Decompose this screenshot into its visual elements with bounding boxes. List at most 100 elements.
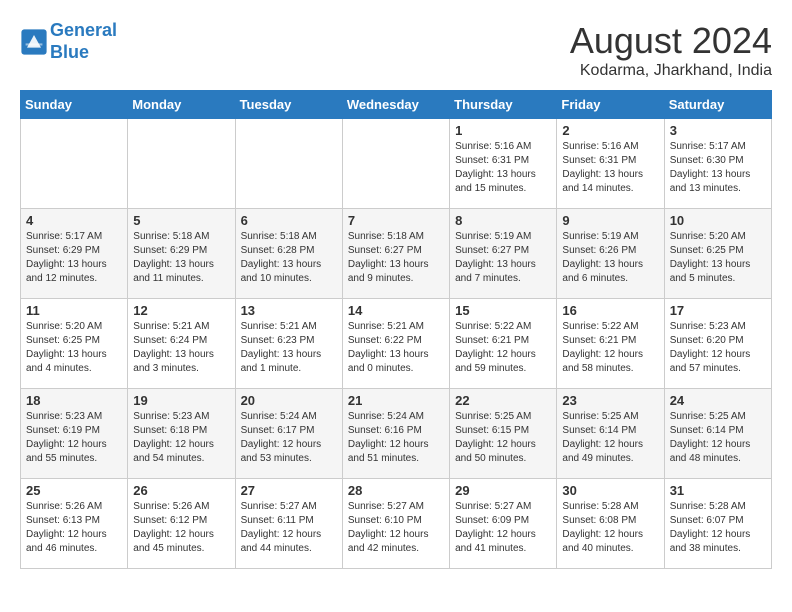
title-area: August 2024 Kodarma, Jharkhand, India bbox=[570, 20, 772, 80]
day-info: Sunrise: 5:18 AM Sunset: 6:29 PM Dayligh… bbox=[133, 230, 229, 286]
day-info: Sunrise: 5:21 AM Sunset: 6:24 PM Dayligh… bbox=[133, 320, 229, 376]
day-number: 2 bbox=[562, 123, 658, 138]
day-number: 3 bbox=[670, 123, 766, 138]
header-thursday: Thursday bbox=[450, 91, 557, 119]
day-info: Sunrise: 5:22 AM Sunset: 6:21 PM Dayligh… bbox=[455, 320, 551, 376]
day-number: 31 bbox=[670, 483, 766, 498]
day-info: Sunrise: 5:26 AM Sunset: 6:12 PM Dayligh… bbox=[133, 500, 229, 556]
calendar-cell: 27Sunrise: 5:27 AM Sunset: 6:11 PM Dayli… bbox=[235, 479, 342, 569]
location-subtitle: Kodarma, Jharkhand, India bbox=[570, 62, 772, 80]
day-info: Sunrise: 5:25 AM Sunset: 6:14 PM Dayligh… bbox=[562, 410, 658, 466]
calendar-cell: 14Sunrise: 5:21 AM Sunset: 6:22 PM Dayli… bbox=[342, 299, 449, 389]
calendar-cell: 21 Sunrise: 5:24 AM Sunset: 6:16 PM Dayli… bbox=[342, 389, 449, 479]
day-number: 22 bbox=[455, 393, 551, 408]
day-info: Sunrise: 5:23 AM Sunset: 6:19 PM Dayligh… bbox=[26, 410, 122, 466]
calendar-cell: 3Sunrise: 5:17 AM Sunset: 6:30 PM Daylig… bbox=[664, 119, 771, 209]
calendar-cell: 18 Sunrise: 5:23 AM Sunset: 6:19 PM Dayli… bbox=[21, 389, 128, 479]
day-info: Sunrise: 5:21 AM Sunset: 6:22 PM Dayligh… bbox=[348, 320, 444, 376]
calendar-cell: 7 Sunrise: 5:18 AM Sunset: 6:27 PM Daylig… bbox=[342, 209, 449, 299]
day-info: Sunrise: 5:28 AM Sunset: 6:08 PM Dayligh… bbox=[562, 500, 658, 556]
day-number: 28 bbox=[348, 483, 444, 498]
day-number: 16 bbox=[562, 303, 658, 318]
logo-blue: Blue bbox=[50, 42, 89, 62]
day-number: 29 bbox=[455, 483, 551, 498]
day-info: Sunrise: 5:26 AM Sunset: 6:13 PM Dayligh… bbox=[26, 500, 122, 556]
calendar-cell: 1 Sunrise: 5:16 AM Sunset: 6:31 PM Daylig… bbox=[450, 119, 557, 209]
calendar-cell: 28 Sunrise: 5:27 AM Sunset: 6:10 PM Dayli… bbox=[342, 479, 449, 569]
day-info: Sunrise: 5:19 AM Sunset: 6:26 PM Dayligh… bbox=[562, 230, 658, 286]
day-number: 24 bbox=[670, 393, 766, 408]
day-number: 7 bbox=[348, 213, 444, 228]
day-number: 1 bbox=[455, 123, 551, 138]
day-info: Sunrise: 5:20 AM Sunset: 6:25 PM Dayligh… bbox=[26, 320, 122, 376]
calendar-cell: 13 Sunrise: 5:21 AM Sunset: 6:23 PM Dayli… bbox=[235, 299, 342, 389]
day-number: 8 bbox=[455, 213, 551, 228]
calendar-cell: 24 Sunrise: 5:25 AM Sunset: 6:14 PM Dayli… bbox=[664, 389, 771, 479]
header-wednesday: Wednesday bbox=[342, 91, 449, 119]
day-info: Sunrise: 5:21 AM Sunset: 6:23 PM Dayligh… bbox=[241, 320, 337, 376]
header-tuesday: Tuesday bbox=[235, 91, 342, 119]
week-row-5: 25Sunrise: 5:26 AM Sunset: 6:13 PM Dayli… bbox=[21, 479, 772, 569]
day-info: Sunrise: 5:19 AM Sunset: 6:27 PM Dayligh… bbox=[455, 230, 551, 286]
calendar-cell: 15Sunrise: 5:22 AM Sunset: 6:21 PM Dayli… bbox=[450, 299, 557, 389]
day-number: 19 bbox=[133, 393, 229, 408]
calendar-table: SundayMondayTuesdayWednesdayThursdayFrid… bbox=[20, 90, 772, 569]
day-info: Sunrise: 5:28 AM Sunset: 6:07 PM Dayligh… bbox=[670, 500, 766, 556]
calendar-cell: 12Sunrise: 5:21 AM Sunset: 6:24 PM Dayli… bbox=[128, 299, 235, 389]
calendar-cell: 29Sunrise: 5:27 AM Sunset: 6:09 PM Dayli… bbox=[450, 479, 557, 569]
day-number: 4 bbox=[26, 213, 122, 228]
calendar-cell: 5 Sunrise: 5:18 AM Sunset: 6:29 PM Daylig… bbox=[128, 209, 235, 299]
week-row-1: 1 Sunrise: 5:16 AM Sunset: 6:31 PM Daylig… bbox=[21, 119, 772, 209]
day-number: 20 bbox=[241, 393, 337, 408]
page-header: General Blue August 2024 Kodarma, Jharkh… bbox=[20, 20, 772, 80]
calendar-cell: 6 Sunrise: 5:18 AM Sunset: 6:28 PM Daylig… bbox=[235, 209, 342, 299]
day-number: 30 bbox=[562, 483, 658, 498]
day-info: Sunrise: 5:25 AM Sunset: 6:14 PM Dayligh… bbox=[670, 410, 766, 466]
week-row-4: 18 Sunrise: 5:23 AM Sunset: 6:19 PM Dayli… bbox=[21, 389, 772, 479]
day-info: Sunrise: 5:18 AM Sunset: 6:27 PM Dayligh… bbox=[348, 230, 444, 286]
month-title: August 2024 bbox=[570, 20, 772, 62]
logo: General Blue bbox=[20, 20, 117, 63]
calendar-cell: 26Sunrise: 5:26 AM Sunset: 6:12 PM Dayli… bbox=[128, 479, 235, 569]
day-info: Sunrise: 5:27 AM Sunset: 6:10 PM Dayligh… bbox=[348, 500, 444, 556]
day-info: Sunrise: 5:27 AM Sunset: 6:11 PM Dayligh… bbox=[241, 500, 337, 556]
day-info: Sunrise: 5:18 AM Sunset: 6:28 PM Dayligh… bbox=[241, 230, 337, 286]
day-number: 9 bbox=[562, 213, 658, 228]
day-info: Sunrise: 5:22 AM Sunset: 6:21 PM Dayligh… bbox=[562, 320, 658, 376]
calendar-cell: 20Sunrise: 5:24 AM Sunset: 6:17 PM Dayli… bbox=[235, 389, 342, 479]
day-number: 18 bbox=[26, 393, 122, 408]
week-row-3: 11 Sunrise: 5:20 AM Sunset: 6:25 PM Dayli… bbox=[21, 299, 772, 389]
day-number: 5 bbox=[133, 213, 229, 228]
day-info: Sunrise: 5:16 AM Sunset: 6:31 PM Dayligh… bbox=[562, 140, 658, 196]
calendar-cell bbox=[21, 119, 128, 209]
day-number: 13 bbox=[241, 303, 337, 318]
calendar-cell: 25Sunrise: 5:26 AM Sunset: 6:13 PM Dayli… bbox=[21, 479, 128, 569]
day-number: 17 bbox=[670, 303, 766, 318]
calendar-header: SundayMondayTuesdayWednesdayThursdayFrid… bbox=[21, 91, 772, 119]
calendar-cell bbox=[235, 119, 342, 209]
calendar-cell: 8 Sunrise: 5:19 AM Sunset: 6:27 PM Daylig… bbox=[450, 209, 557, 299]
week-row-2: 4Sunrise: 5:17 AM Sunset: 6:29 PM Daylig… bbox=[21, 209, 772, 299]
calendar-cell: 31 Sunrise: 5:28 AM Sunset: 6:07 PM Dayli… bbox=[664, 479, 771, 569]
day-number: 11 bbox=[26, 303, 122, 318]
day-info: Sunrise: 5:23 AM Sunset: 6:20 PM Dayligh… bbox=[670, 320, 766, 376]
day-number: 21 bbox=[348, 393, 444, 408]
calendar-cell: 4Sunrise: 5:17 AM Sunset: 6:29 PM Daylig… bbox=[21, 209, 128, 299]
calendar-cell: 23 Sunrise: 5:25 AM Sunset: 6:14 PM Dayli… bbox=[557, 389, 664, 479]
calendar-cell bbox=[342, 119, 449, 209]
day-number: 23 bbox=[562, 393, 658, 408]
calendar-cell: 2 Sunrise: 5:16 AM Sunset: 6:31 PM Daylig… bbox=[557, 119, 664, 209]
calendar-cell: 17 Sunrise: 5:23 AM Sunset: 6:20 PM Dayli… bbox=[664, 299, 771, 389]
calendar-cell: 19Sunrise: 5:23 AM Sunset: 6:18 PM Dayli… bbox=[128, 389, 235, 479]
day-info: Sunrise: 5:25 AM Sunset: 6:15 PM Dayligh… bbox=[455, 410, 551, 466]
logo-icon bbox=[20, 28, 48, 56]
day-number: 6 bbox=[241, 213, 337, 228]
header-monday: Monday bbox=[128, 91, 235, 119]
day-info: Sunrise: 5:24 AM Sunset: 6:16 PM Dayligh… bbox=[348, 410, 444, 466]
header-saturday: Saturday bbox=[664, 91, 771, 119]
calendar-cell: 9 Sunrise: 5:19 AM Sunset: 6:26 PM Daylig… bbox=[557, 209, 664, 299]
header-row: SundayMondayTuesdayWednesdayThursdayFrid… bbox=[21, 91, 772, 119]
calendar-cell: 22 Sunrise: 5:25 AM Sunset: 6:15 PM Dayli… bbox=[450, 389, 557, 479]
day-info: Sunrise: 5:16 AM Sunset: 6:31 PM Dayligh… bbox=[455, 140, 551, 196]
calendar-cell: 10Sunrise: 5:20 AM Sunset: 6:25 PM Dayli… bbox=[664, 209, 771, 299]
